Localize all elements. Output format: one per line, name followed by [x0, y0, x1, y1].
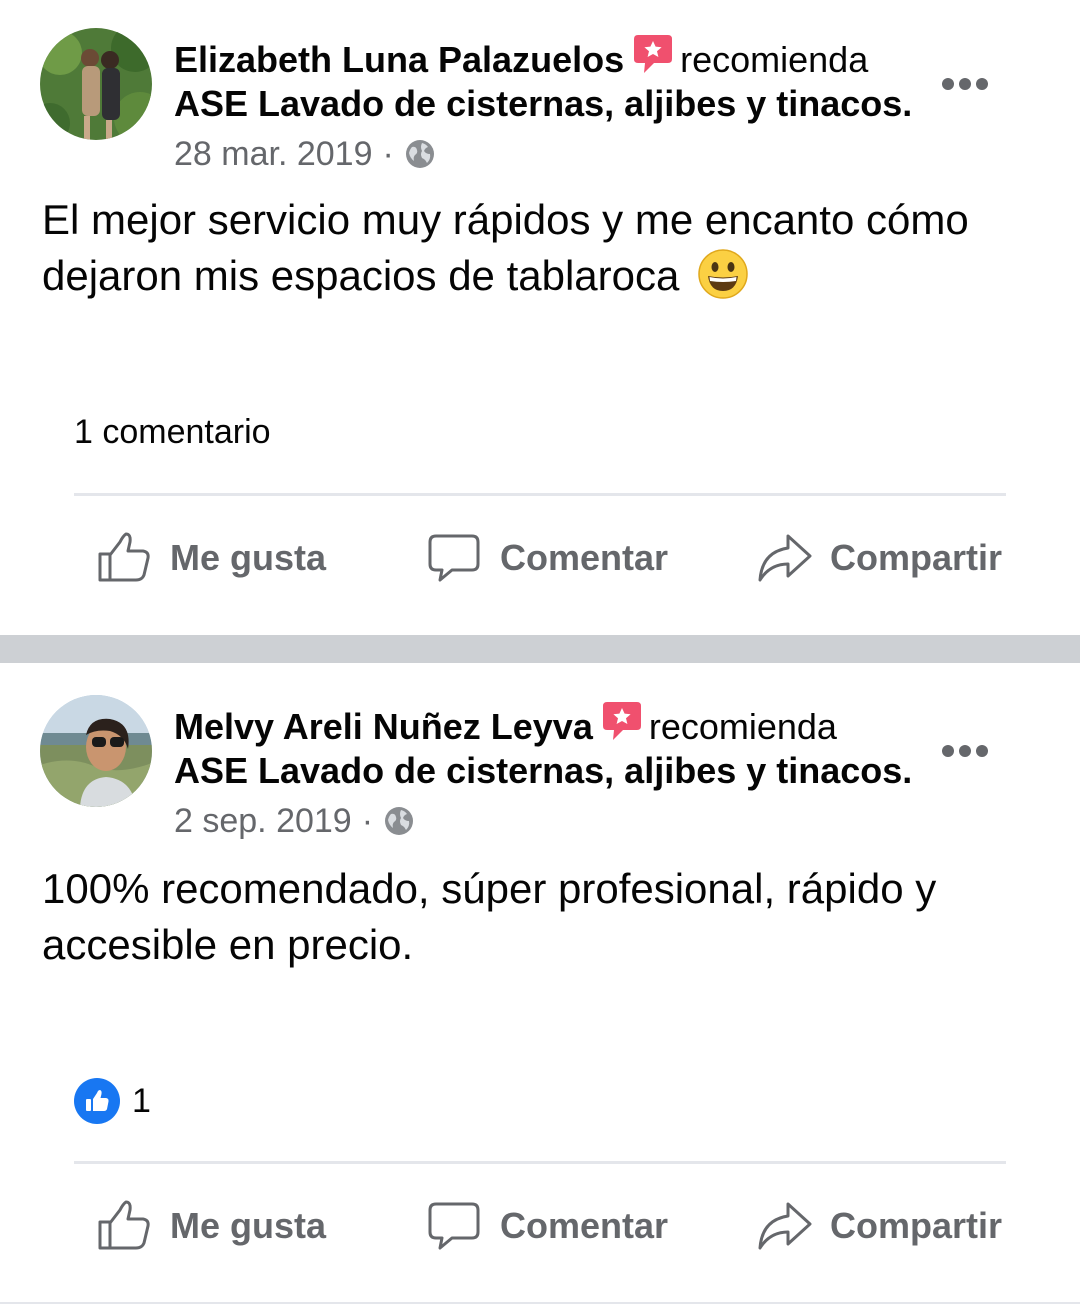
comment-label: Comentar [500, 537, 669, 578]
grinning-face-emoji [697, 248, 749, 300]
post-meta: 28 mar. 2019 · [174, 132, 914, 176]
recommend-icon [601, 700, 643, 742]
author-name[interactable]: Melvy Areli Nuñez Leyva [174, 705, 593, 749]
page-name[interactable]: ASE Lavado de cisternas, aljibes y tinac… [174, 749, 914, 793]
post-date[interactable]: 2 sep. 2019 [174, 799, 352, 843]
review-post: Elizabeth Luna Palazuelos recomienda ASE… [0, 0, 1080, 635]
more-options-icon[interactable] [942, 76, 988, 92]
action-bar: Me gusta Comentar Compartir [0, 518, 1080, 598]
post-text-content: El mejor servicio muy rápidos y me encan… [42, 196, 969, 299]
share-label: Compartir [830, 537, 1003, 578]
meta-separator: · [361, 802, 374, 840]
recommends-label: recomienda [648, 706, 837, 747]
post-text: El mejor servicio muy rápidos y me encan… [42, 192, 1002, 304]
speech-bubble-icon [428, 534, 480, 582]
like-button[interactable]: Me gusta [96, 518, 326, 598]
post-header: Elizabeth Luna Palazuelos recomienda ASE… [174, 35, 914, 176]
avatar-photo [40, 695, 152, 807]
comment-count[interactable]: 1 comentario [74, 410, 271, 454]
divider [74, 493, 1006, 496]
like-reaction-icon [74, 1078, 120, 1124]
globe-icon [383, 805, 415, 837]
divider [74, 1161, 1006, 1164]
comment-count-label: 1 comentario [74, 413, 271, 451]
page-name[interactable]: ASE Lavado de cisternas, aljibes y tinac… [174, 82, 914, 126]
avatar[interactable] [40, 28, 152, 140]
like-count: 1 [132, 1082, 151, 1120]
more-options-icon[interactable] [942, 743, 988, 759]
share-arrow-icon [758, 1202, 812, 1250]
post-date[interactable]: 28 mar. 2019 [174, 132, 372, 176]
post-text-content: 100% recomendado, súper profesional, ráp… [42, 865, 937, 968]
recommends-label: recomienda [680, 39, 869, 80]
thumbs-up-icon [98, 532, 150, 582]
like-label: Me gusta [170, 537, 327, 578]
like-button[interactable]: Me gusta [96, 1186, 326, 1266]
thumbs-up-icon [98, 1200, 150, 1250]
post-text: 100% recomendado, súper profesional, ráp… [42, 861, 1002, 973]
speech-bubble-icon [428, 1202, 480, 1250]
post-separator [0, 635, 1080, 663]
comment-button[interactable]: Comentar [426, 518, 668, 598]
action-bar: Me gusta Comentar Compartir [0, 1186, 1080, 1266]
comment-button[interactable]: Comentar [426, 1186, 668, 1266]
comment-label: Comentar [500, 1205, 669, 1246]
avatar[interactable] [40, 695, 152, 807]
share-label: Compartir [830, 1205, 1003, 1246]
post-meta: 2 sep. 2019 · [174, 799, 914, 843]
recommend-icon [632, 33, 674, 75]
reaction-count[interactable]: 1 [74, 1078, 151, 1124]
share-button[interactable]: Compartir [756, 1186, 1002, 1266]
share-button[interactable]: Compartir [756, 518, 1002, 598]
author-name[interactable]: Elizabeth Luna Palazuelos [174, 38, 624, 82]
meta-separator: · [382, 135, 394, 173]
globe-icon [404, 138, 436, 170]
share-arrow-icon [758, 534, 812, 582]
like-label: Me gusta [170, 1205, 327, 1246]
review-post: Melvy Areli Nuñez Leyva recomienda ASE L… [0, 663, 1080, 1304]
avatar-photo [40, 28, 152, 140]
post-header: Melvy Areli Nuñez Leyva recomienda ASE L… [174, 702, 914, 843]
